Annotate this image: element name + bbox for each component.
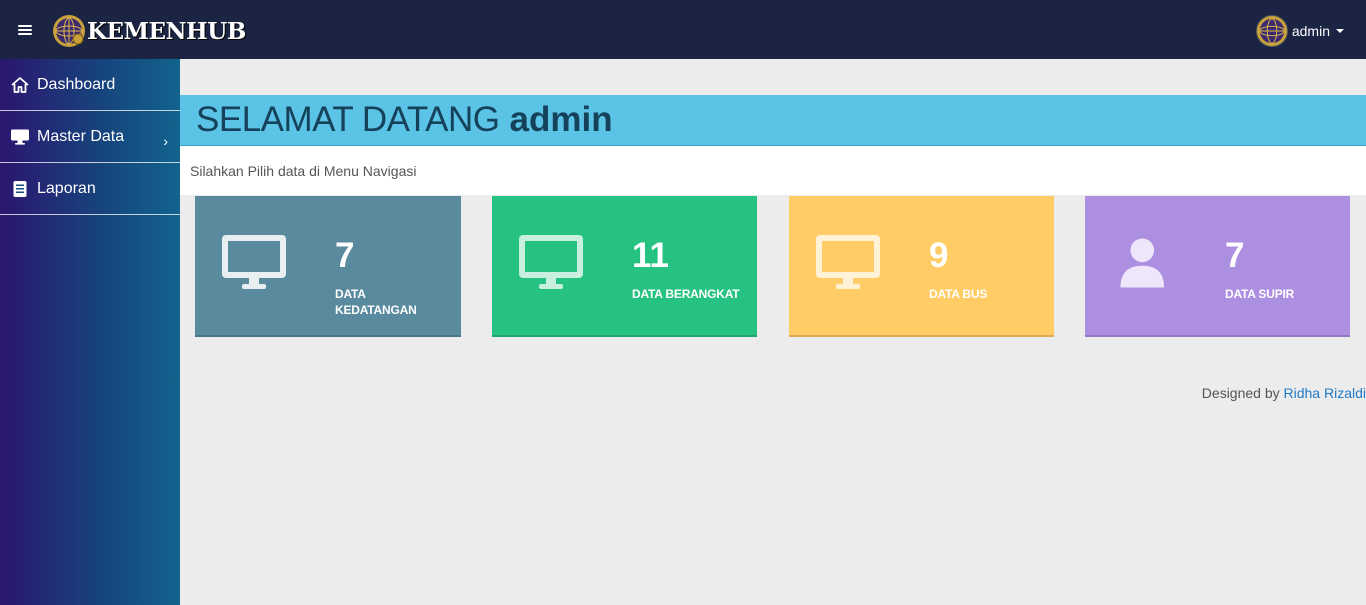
monitor-icon (10, 127, 30, 147)
sidebar-item-laporan[interactable]: Laporan (0, 163, 180, 215)
sidebar-item-master-data[interactable]: Master Data › (0, 111, 180, 163)
stat-card-kedatangan[interactable]: 7 DATA KEDATANGAN (195, 196, 461, 337)
monitor-icon (816, 235, 880, 289)
user-icon (1120, 238, 1165, 288)
sidebar-item-label: Dashboard (37, 75, 116, 93)
stat-label: DATA KEDATANGAN (335, 287, 417, 317)
user-name: admin (1291, 23, 1330, 39)
footer-credit: Designed by Ridha Rizaldi (1202, 385, 1366, 401)
document-icon (10, 179, 30, 199)
welcome-username: admin (509, 100, 613, 139)
stat-card-supir[interactable]: 7 DATA SUPIR (1085, 196, 1350, 337)
stat-card-bus[interactable]: 9 DATA BUS (789, 196, 1054, 337)
welcome-banner: SELAMAT DATANG admin (180, 95, 1366, 146)
brand[interactable]: KEMENHUB (52, 14, 246, 48)
monitor-icon (519, 235, 583, 289)
caret-down-icon (1336, 29, 1344, 33)
stat-label: DATA BUS (929, 287, 988, 301)
stat-value: 9 (929, 236, 949, 275)
footer-prefix: Designed by (1201, 385, 1280, 401)
sidebar-item-dashboard[interactable]: Dashboard (0, 59, 180, 111)
stat-value: 7 (335, 236, 355, 275)
stat-card-berangkat[interactable]: 11 DATA BERANGKAT (492, 196, 757, 337)
subtitle-text: Silahkan Pilih data di Menu Navigasi (190, 162, 417, 179)
page-title: SELAMAT DATANG (196, 100, 500, 139)
hamburger-icon[interactable] (18, 25, 32, 35)
stat-value: 7 (1225, 236, 1245, 275)
subtitle-bar: Silahkan Pilih data di Menu Navigasi (180, 146, 1366, 195)
stat-label: DATA SUPIR (1225, 287, 1295, 301)
sidebar-item-label: Laporan (37, 179, 96, 197)
sidebar: Dashboard Master Data › Laporan (0, 59, 180, 605)
chevron-right-icon: › (163, 133, 168, 149)
home-icon (10, 75, 30, 95)
kemenhub-logo (53, 15, 85, 47)
sidebar-item-label: Master Data (37, 127, 125, 145)
stat-value: 11 (632, 236, 669, 275)
author-link[interactable]: Ridha Rizaldi (1284, 385, 1366, 401)
monitor-icon (222, 235, 286, 289)
user-menu[interactable]: admin (1255, 14, 1344, 48)
brand-name: KEMENHUB (87, 17, 246, 45)
top-navbar: KEMENHUB admin (0, 0, 1366, 59)
stat-label: DATA BERANGKAT (632, 287, 740, 301)
user-avatar (1255, 15, 1288, 47)
